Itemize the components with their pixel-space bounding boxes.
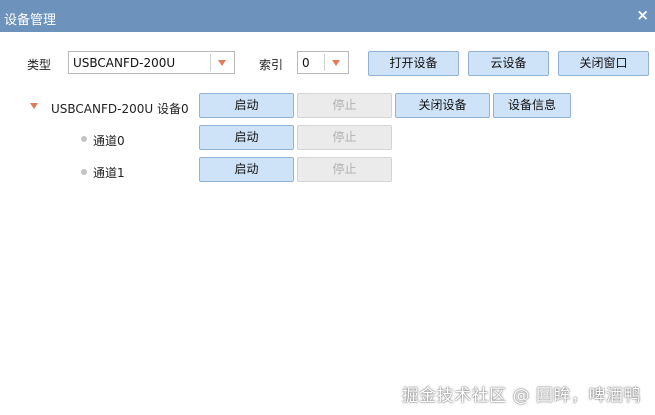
type-select-value: USBCANFD-200U xyxy=(73,56,176,70)
device-name: USBCANFD-200U 设备0 xyxy=(51,102,189,116)
cloud-device-button[interactable]: 云设备 xyxy=(468,51,549,76)
index-select[interactable]: 0 xyxy=(297,51,349,74)
close-icon[interactable]: × xyxy=(636,6,649,24)
channel-stop-button[interactable]: 停止 xyxy=(297,157,392,182)
index-select-value: 0 xyxy=(302,56,310,70)
close-window-button[interactable]: 关闭窗口 xyxy=(558,51,649,76)
device-start-button[interactable]: 启动 xyxy=(199,93,294,118)
index-label: 索引 xyxy=(259,58,284,72)
channel-name: 通道1 xyxy=(93,166,125,180)
type-label: 类型 xyxy=(27,58,52,72)
bullet-icon xyxy=(81,169,87,175)
device-info-button[interactable]: 设备信息 xyxy=(493,93,571,118)
bullet-icon xyxy=(81,136,87,142)
type-select[interactable]: USBCANFD-200U xyxy=(68,51,235,74)
device-stop-button[interactable]: 停止 xyxy=(297,93,392,118)
channel-name: 通道0 xyxy=(93,134,125,148)
type-select-divider xyxy=(210,54,211,71)
chevron-down-icon[interactable] xyxy=(332,60,340,66)
watermark: 掘金技术社区 @ 回眸，啤酒鸭 xyxy=(401,386,641,406)
open-device-button[interactable]: 打开设备 xyxy=(368,51,459,76)
channel-stop-button[interactable]: 停止 xyxy=(297,125,392,150)
close-device-button[interactable]: 关闭设备 xyxy=(395,93,490,118)
tree-expand-icon[interactable] xyxy=(30,103,38,109)
index-select-divider xyxy=(324,54,325,71)
title-bar: 设备管理 × xyxy=(0,0,655,32)
window-title: 设备管理 xyxy=(4,13,57,28)
channel-start-button[interactable]: 启动 xyxy=(199,125,294,150)
channel-start-button[interactable]: 启动 xyxy=(199,157,294,182)
chevron-down-icon[interactable] xyxy=(218,60,226,66)
